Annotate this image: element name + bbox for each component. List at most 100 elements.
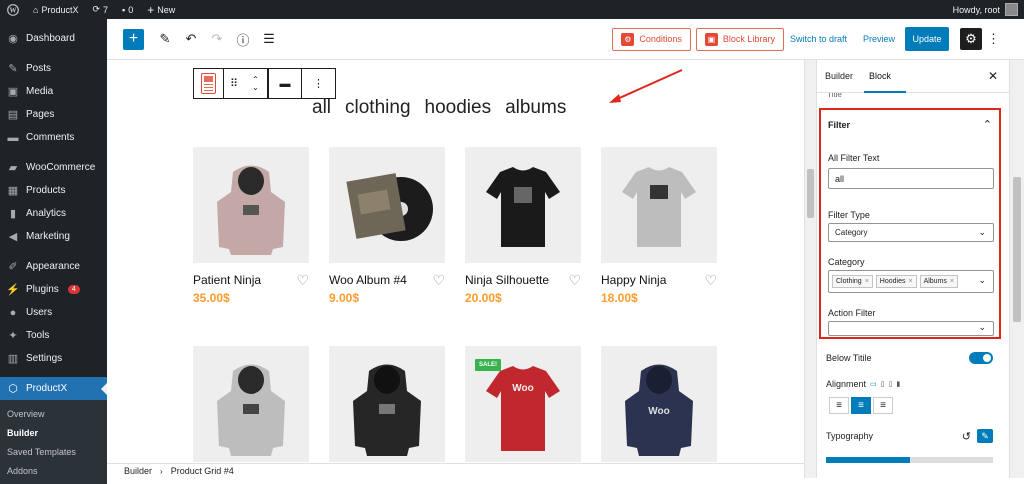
desktop-icon[interactable]: ▭ xyxy=(870,380,877,388)
conditions-button[interactable]: ⚙ Conditions xyxy=(612,27,691,51)
product-name[interactable]: Happy Ninja xyxy=(601,273,666,287)
list-view-icon[interactable]: ☰ xyxy=(258,28,280,50)
breadcrumb-product-grid[interactable]: Product Grid #4 xyxy=(171,466,234,476)
undo-icon[interactable]: ↶ xyxy=(180,28,202,50)
move-up-down-icon[interactable]: ⌃ ⌄ xyxy=(244,69,268,98)
wishlist-heart-icon[interactable]: ♡ xyxy=(704,273,717,287)
settings-gear-icon[interactable]: ⚙ xyxy=(960,28,982,50)
wishlist-heart-icon[interactable]: ♡ xyxy=(568,273,581,287)
scrollbar-thumb[interactable] xyxy=(1013,177,1021,322)
product-card[interactable]: Woo xyxy=(601,346,717,462)
sidebar-item-settings[interactable]: ▥ Settings xyxy=(0,347,107,370)
sidebar-item-woocommerce[interactable]: ▰ WooCommerce xyxy=(0,156,107,179)
block-library-button[interactable]: ▣ Block Library xyxy=(695,27,784,51)
chevron-up-icon[interactable]: ⌃ xyxy=(983,118,992,131)
tab-builder[interactable]: Builder xyxy=(817,60,861,93)
sidebar-item-pages[interactable]: ▤ Pages xyxy=(0,103,107,126)
product-card[interactable] xyxy=(193,346,309,462)
edit-pencil-icon[interactable]: ✎ xyxy=(977,429,993,443)
product-image[interactable]: Woo SALE! xyxy=(465,346,581,462)
filter-hoodies[interactable]: hoodies xyxy=(425,97,492,119)
filter-albums[interactable]: albums xyxy=(505,97,566,119)
category-multiselect[interactable]: Clothing × Hoodies × Albums × ⌄ xyxy=(828,270,994,293)
sidebar-item-dashboard[interactable]: ◉ Dashboard xyxy=(0,27,107,50)
product-image[interactable] xyxy=(193,147,309,263)
submenu-overview[interactable]: Overview xyxy=(0,404,107,423)
submenu-addons[interactable]: Addons xyxy=(0,461,107,480)
sidebar-item-media[interactable]: ▣ Media xyxy=(0,80,107,103)
below-title-toggle[interactable] xyxy=(969,352,993,364)
mobile-icon[interactable]: ▮ xyxy=(896,380,900,388)
comments-link[interactable]: ▪ 0 xyxy=(115,0,140,19)
wishlist-heart-icon[interactable]: ♡ xyxy=(296,273,309,287)
update-button[interactable]: Update xyxy=(905,27,949,51)
my-account-link[interactable]: Howdy, root xyxy=(953,3,1024,16)
align-left-icon[interactable]: ≡ xyxy=(829,397,849,414)
reset-icon[interactable]: ↺ xyxy=(962,430,971,443)
sidebar-item-products[interactable]: ▦ Products xyxy=(0,179,107,202)
new-content-link[interactable]: + New xyxy=(140,0,182,19)
site-name-link[interactable]: ⌂ ProductX xyxy=(26,0,85,19)
category-chip[interactable]: Clothing × xyxy=(832,275,873,288)
more-options-icon[interactable]: ⋮ xyxy=(987,31,1000,47)
category-chip[interactable]: Albums × xyxy=(919,275,958,288)
preview-button[interactable]: Preview xyxy=(863,34,895,44)
product-image[interactable] xyxy=(465,147,581,263)
scrollbar-thumb[interactable] xyxy=(807,169,814,218)
panel-scrollbar[interactable] xyxy=(1009,60,1024,478)
product-name[interactable]: Woo Album #4 xyxy=(329,273,407,287)
tablet-portrait-icon[interactable]: ▯ xyxy=(889,380,893,388)
product-card[interactable]: Woo SALE! xyxy=(465,346,581,462)
close-icon[interactable]: ✕ xyxy=(988,69,998,83)
tab-block[interactable]: Block xyxy=(861,60,899,93)
product-image[interactable] xyxy=(329,147,445,263)
product-card[interactable]: Happy Ninja ♡ 18.00$ xyxy=(601,147,717,305)
canvas-scrollbar[interactable] xyxy=(804,60,816,478)
tools-pencil-icon[interactable]: ✎ xyxy=(154,28,176,50)
switch-to-draft-button[interactable]: Switch to draft xyxy=(790,34,847,44)
submenu-saved-templates[interactable]: Saved Templates xyxy=(0,442,107,461)
align-icon[interactable]: ▬ xyxy=(268,69,302,98)
product-card[interactable]: Ninja Silhouette ♡ 20.00$ xyxy=(465,147,581,305)
remove-chip-icon[interactable]: × xyxy=(865,278,869,285)
remove-chip-icon[interactable]: × xyxy=(950,278,954,285)
product-image[interactable] xyxy=(329,346,445,462)
block-inserter-button[interactable]: + xyxy=(123,28,144,50)
remove-chip-icon[interactable]: × xyxy=(908,278,912,285)
align-right-icon[interactable]: ≡ xyxy=(873,397,893,414)
details-info-icon[interactable]: ⓘ xyxy=(232,28,254,50)
block-options-icon[interactable]: ⋮ xyxy=(302,69,335,98)
drag-handle-icon[interactable]: ⠿ xyxy=(224,69,244,98)
align-center-icon[interactable]: ≡ xyxy=(851,397,871,414)
sidebar-item-comments[interactable]: ▬ Comments xyxy=(0,126,107,149)
product-card[interactable]: Woo Album #4 ♡ 9.00$ xyxy=(329,147,445,305)
product-image[interactable]: Woo xyxy=(601,346,717,462)
redo-icon[interactable]: ↷ xyxy=(206,28,228,50)
filter-all[interactable]: all xyxy=(312,97,331,119)
sidebar-item-posts[interactable]: ✎ Posts xyxy=(0,57,107,80)
product-card[interactable] xyxy=(329,346,445,462)
sidebar-item-productx[interactable]: ⬡ ProductX xyxy=(0,377,107,400)
all-filter-text-input[interactable]: all xyxy=(828,168,994,189)
product-name[interactable]: Patient Ninja xyxy=(193,273,261,287)
tablet-icon[interactable]: ▯ xyxy=(881,380,885,388)
updates-link[interactable]: ⟳ 7 xyxy=(85,0,115,19)
product-name[interactable]: Ninja Silhouette xyxy=(465,273,549,287)
sidebar-item-tools[interactable]: ✦ Tools xyxy=(0,324,107,347)
filter-clothing[interactable]: clothing xyxy=(345,97,411,119)
filter-type-select[interactable]: Category ⌄ xyxy=(828,223,994,242)
sidebar-item-analytics[interactable]: ▮ Analytics xyxy=(0,202,107,225)
wordpress-logo-icon[interactable]: W xyxy=(0,0,26,19)
product-grid-block-icon[interactable] xyxy=(194,69,224,98)
wishlist-heart-icon[interactable]: ♡ xyxy=(432,273,445,287)
product-card[interactable]: Patient Ninja ♡ 35.00$ xyxy=(193,147,309,305)
breadcrumb-builder[interactable]: Builder xyxy=(124,466,152,476)
submenu-builder[interactable]: Builder xyxy=(0,423,107,442)
sidebar-item-marketing[interactable]: ◀ Marketing xyxy=(0,225,107,248)
action-filter-select[interactable]: ⌄ xyxy=(828,321,994,336)
sidebar-item-plugins[interactable]: ⚡ Plugins 4 xyxy=(0,278,107,301)
sidebar-item-appearance[interactable]: ✐ Appearance xyxy=(0,255,107,278)
sidebar-item-users[interactable]: ● Users xyxy=(0,301,107,324)
filter-panel-title[interactable]: Filter xyxy=(828,120,850,130)
product-image[interactable] xyxy=(193,346,309,462)
